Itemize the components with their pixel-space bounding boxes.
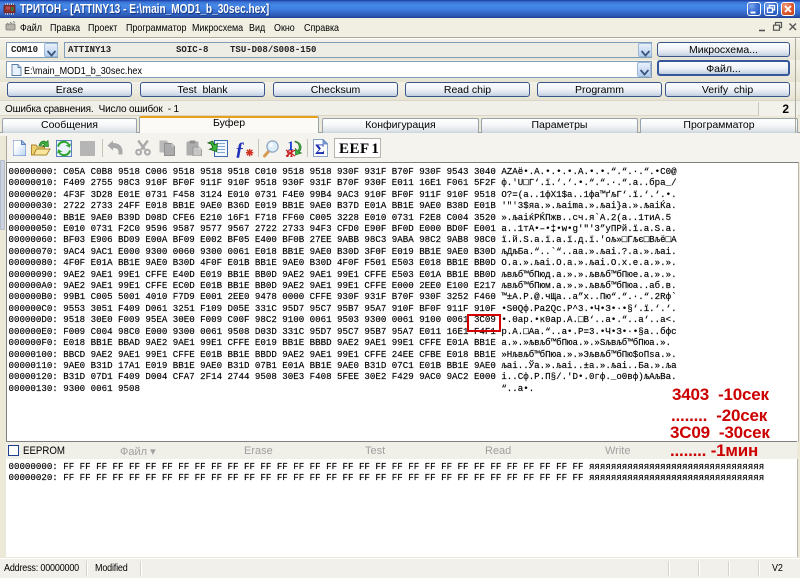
svg-text:Σ: Σ: [315, 142, 325, 157]
svg-text:ƒ: ƒ: [235, 140, 245, 159]
